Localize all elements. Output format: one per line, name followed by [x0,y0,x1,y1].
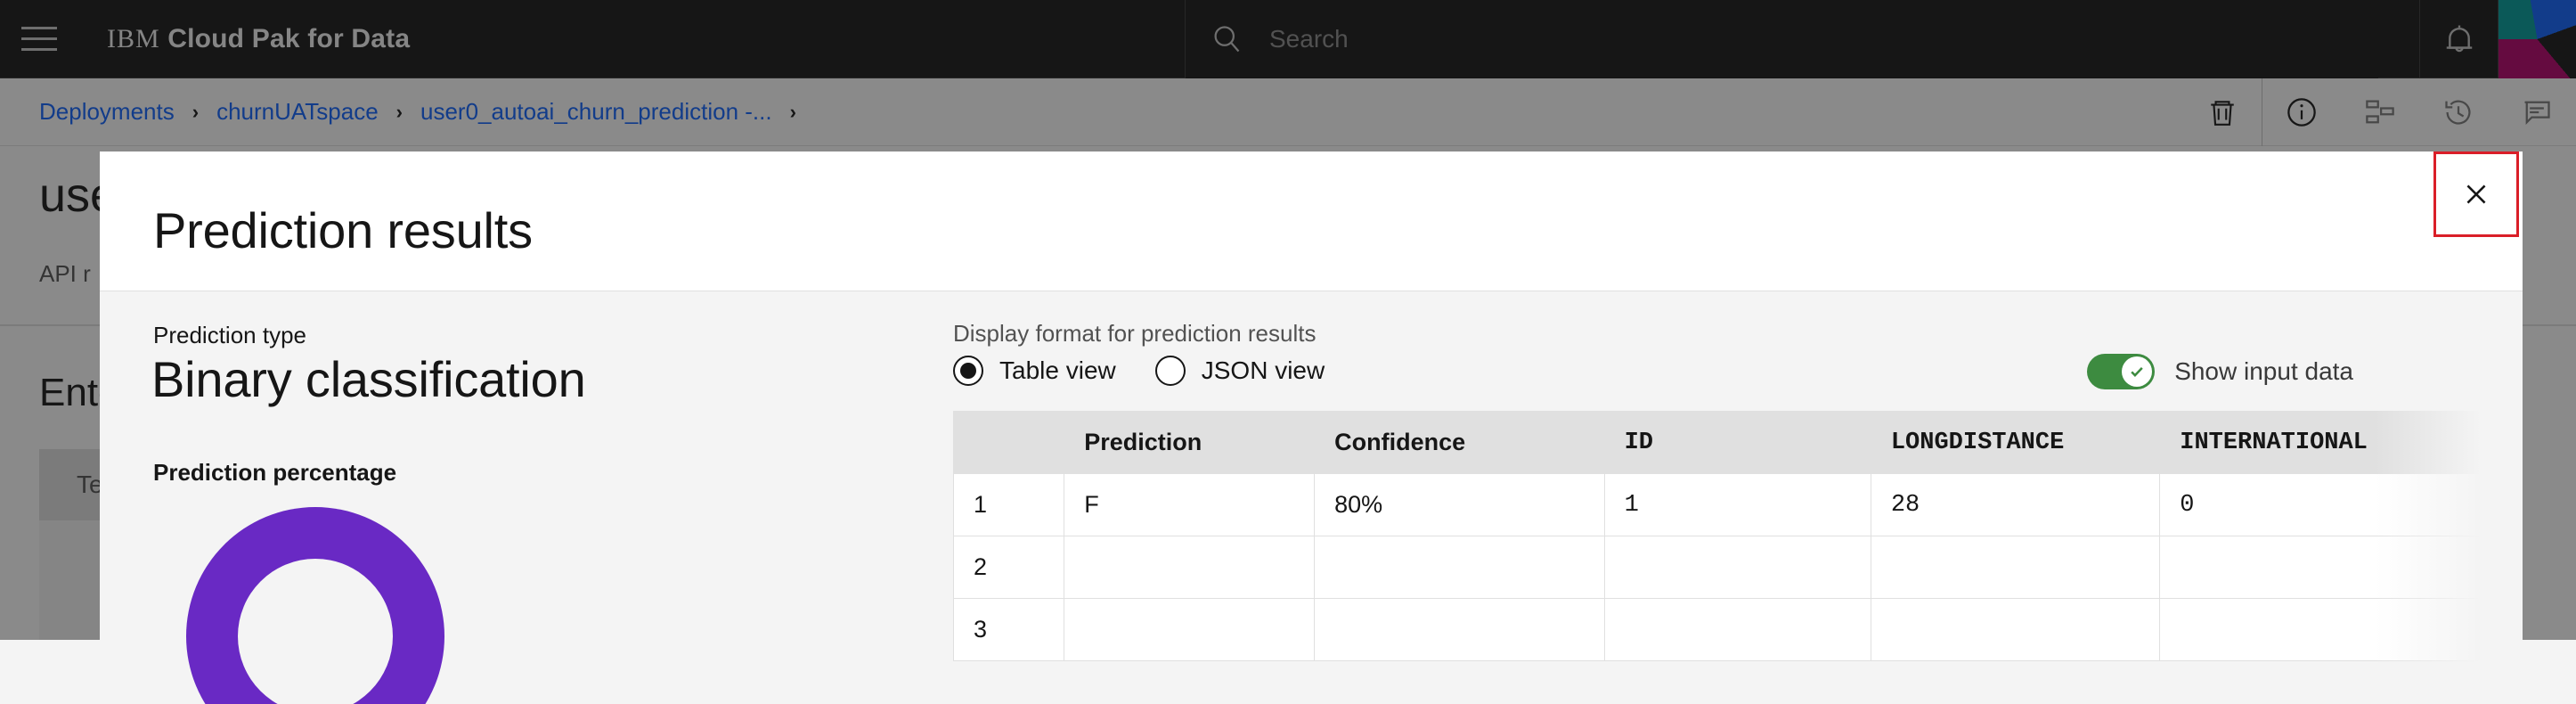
prediction-results-modal: Prediction results Prediction type Binar… [100,151,2523,704]
page-title: Prediction results [153,202,533,258]
cell-id [1603,536,1871,599]
display-format-label: Display format for prediction results [953,320,1317,347]
prediction-results-table-wrapper[interactable]: Prediction Confidence ID LONGDISTANCE IN… [953,411,2482,704]
table-row[interactable]: 2 [953,536,2482,599]
table-row[interactable]: 3 [953,598,2482,661]
table-header: Prediction Confidence ID LONGDISTANCE IN… [953,411,2482,474]
table-header-row: Prediction Confidence ID LONGDISTANCE IN… [953,411,2482,474]
column-header-longdistance[interactable]: LONGDISTANCE [1870,411,2161,474]
column-header-id[interactable]: ID [1603,411,1871,474]
show-input-data-label: Show input data [2174,357,2353,385]
column-header-prediction[interactable]: Prediction [1064,411,1316,474]
prediction-percentage-donut-chart [186,507,444,704]
cell-international [2159,598,2482,661]
radio-table-view[interactable]: Table view [953,356,1116,386]
row-number: 1 [953,473,1065,536]
row-number: 2 [953,536,1065,599]
cell-longdistance [1870,536,2161,599]
radio-json-view[interactable]: JSON view [1154,356,1325,386]
radio-unchecked-icon [1154,356,1186,386]
prediction-summary-panel: Prediction type Binary classification Pr… [100,291,855,704]
check-icon [2131,366,2143,377]
cell-confidence [1314,536,1605,599]
row-number: 3 [953,598,1065,661]
cell-confidence: 80% [1314,473,1605,536]
prediction-table-panel: Display format for prediction results Ta… [855,291,2523,704]
toggle-knob [2122,356,2153,387]
cell-prediction [1064,598,1316,661]
cell-confidence [1314,598,1605,661]
toggle-track [2087,354,2156,389]
radio-table-view-label: Table view [999,356,1116,384]
show-input-data-toggle[interactable]: Show input data [2087,354,2353,389]
table-row[interactable]: 1 F 80% 1 28 0 [953,473,2482,536]
cell-international: 0 [2159,473,2482,536]
cell-id [1603,598,1871,661]
prediction-type-value: Binary classification [151,351,586,407]
cell-longdistance: 28 [1870,473,2161,536]
modal-body: Prediction type Binary classification Pr… [100,291,2523,704]
close-icon [2466,184,2486,204]
radio-checked-icon [953,356,983,386]
radio-json-view-label: JSON view [1201,356,1325,384]
display-format-radio-group: Table view JSON view [953,356,1325,386]
prediction-percentage-label: Prediction percentage [153,459,397,486]
cell-international [2159,536,2482,599]
cell-prediction: F [1064,473,1316,536]
cell-longdistance [1870,598,2161,661]
column-header-confidence[interactable]: Confidence [1314,411,1605,474]
cell-prediction [1064,536,1316,599]
column-header-international[interactable]: INTERNATIONAL [2159,411,2482,474]
table-body: 1 F 80% 1 28 0 2 3 [953,473,2482,661]
close-button[interactable] [2433,151,2519,237]
modal-header: Prediction results [100,151,2523,291]
column-header-rownum [953,411,1065,474]
prediction-results-table: Prediction Confidence ID LONGDISTANCE IN… [953,411,2482,661]
cell-id: 1 [1603,473,1871,536]
prediction-type-label: Prediction type [153,322,306,348]
